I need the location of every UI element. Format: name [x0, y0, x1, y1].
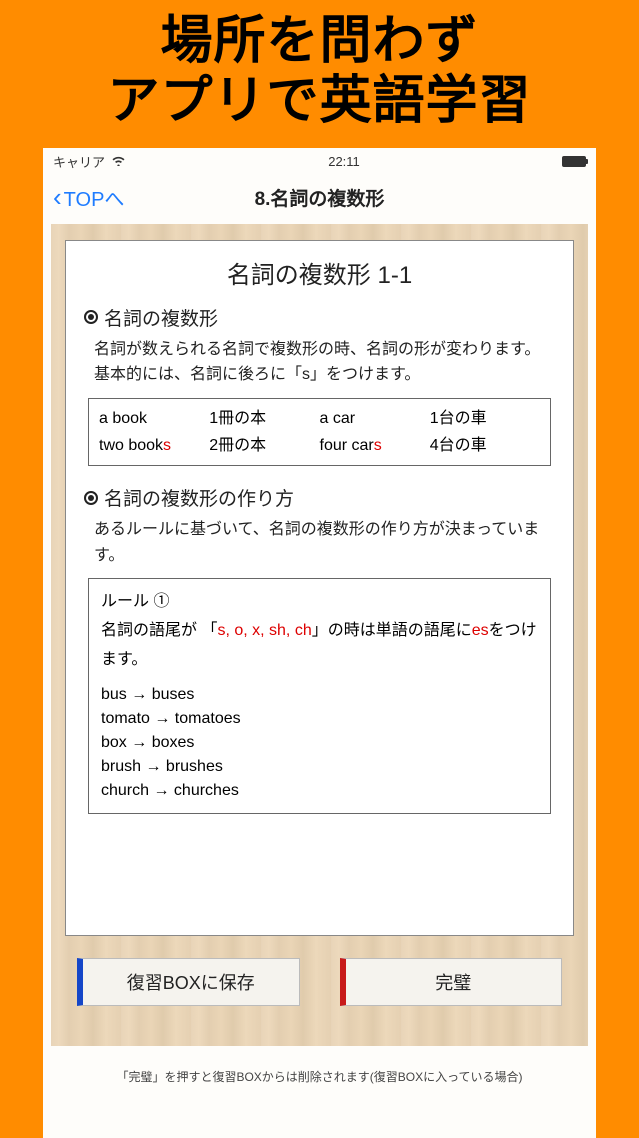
rule-box: ルール ① 名詞の語尾が 「s, o, x, sh, ch」の時は単語の語尾にe…: [88, 578, 551, 814]
rule-text: 名詞の語尾が 「s, o, x, sh, ch」の時は単語の語尾にesをつけます…: [101, 617, 538, 675]
example-line: brush → brushes: [101, 755, 538, 779]
cell: 2冊の本: [209, 432, 319, 459]
cell: a car: [320, 405, 430, 432]
cell: 1冊の本: [209, 405, 319, 432]
table-row: a book 1冊の本 a car 1台の車: [99, 405, 540, 432]
cell: 4台の車: [430, 432, 540, 459]
status-time: 22:11: [328, 154, 360, 169]
wifi-icon: [111, 154, 126, 169]
section2-head: 名詞の複数形の作り方: [84, 484, 555, 511]
bullet-icon: [84, 491, 98, 505]
bottom-hint: 「完璧」を押すと復習BOXからは削除されます(復習BOXに入っている場合): [43, 1046, 596, 1085]
rule-label: ルール ①: [101, 587, 538, 611]
cell: two books: [99, 432, 209, 459]
bullet-icon: [84, 310, 98, 324]
example-line: bus → buses: [101, 683, 538, 707]
back-button[interactable]: ‹ TOPへ: [53, 183, 124, 212]
promo-banner: 場所を問わず アプリで英語学習: [0, 0, 639, 140]
content-background: 名詞の複数形 1-1 名詞の複数形 名詞が数えられる名詞で複数形の時、名詞の形が…: [51, 224, 588, 1046]
promo-line2: アプリで英語学習: [0, 72, 639, 132]
lesson-card: 名詞の複数形 1-1 名詞の複数形 名詞が数えられる名詞で複数形の時、名詞の形が…: [65, 240, 574, 936]
promo-line1: 場所を問わず: [0, 12, 639, 72]
table-row: two books 2冊の本 four cars 4台の車: [99, 432, 540, 459]
example-line: church → churches: [101, 779, 538, 803]
section2-head-text: 名詞の複数形の作り方: [104, 484, 294, 511]
perfect-button[interactable]: 完璧: [340, 958, 563, 1006]
cell: four cars: [320, 432, 430, 459]
card-title: 名詞の複数形 1-1: [84, 255, 555, 290]
section1-body: 名詞が数えられる名詞で複数形の時、名詞の形が変わります。基本的には、名詞に後ろに…: [94, 337, 555, 388]
section2-body: あるルールに基づいて、名詞の複数形の作り方が決まっています。: [94, 517, 555, 568]
button-row: 復習BOXに保存 完璧: [65, 958, 574, 1006]
chevron-left-icon: ‹: [53, 184, 62, 210]
phone-frame: キャリア 22:11 ‹ TOPへ 8.名詞の複数形 名詞の複数形 1-1 名詞…: [43, 148, 596, 1138]
example-line: tomato → tomatoes: [101, 707, 538, 731]
section1-head: 名詞の複数形: [84, 304, 555, 331]
rule-examples: bus → buses tomato → tomatoes box → boxe…: [101, 683, 538, 803]
battery-icon: [562, 156, 586, 167]
cell: a book: [99, 405, 209, 432]
status-left: キャリア: [53, 152, 126, 171]
nav-bar: ‹ TOPへ 8.名詞の複数形: [43, 175, 596, 224]
save-to-review-button[interactable]: 復習BOXに保存: [77, 958, 300, 1006]
back-label: TOPへ: [64, 183, 125, 212]
page-title: 8.名詞の複数形: [43, 184, 596, 211]
cell: 1台の車: [430, 405, 540, 432]
status-bar: キャリア 22:11: [43, 148, 596, 175]
section1-head-text: 名詞の複数形: [104, 304, 218, 331]
example-line: box → boxes: [101, 731, 538, 755]
carrier-label: キャリア: [53, 152, 105, 171]
example-table: a book 1冊の本 a car 1台の車 two books 2冊の本 fo…: [88, 398, 551, 466]
